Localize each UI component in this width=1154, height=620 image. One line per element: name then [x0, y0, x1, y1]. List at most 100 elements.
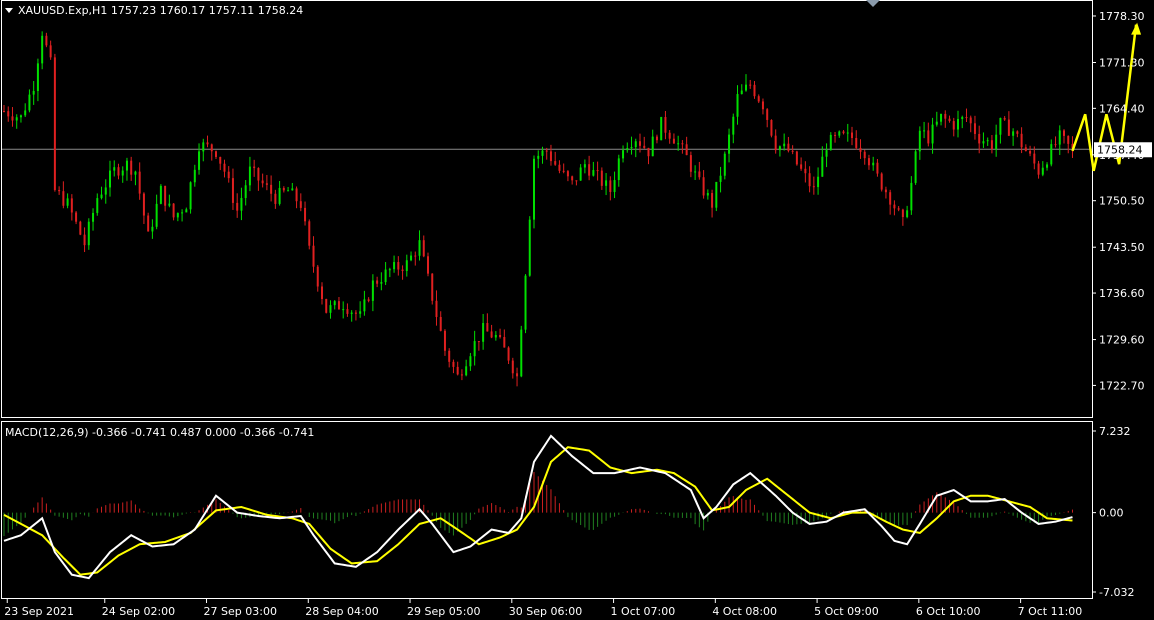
candle-body [520, 329, 523, 377]
candle-body [715, 181, 718, 208]
price-tick-label: 1771.30 [1099, 56, 1145, 69]
candle-body [32, 90, 35, 95]
last-price-label: 1758.24 [1097, 143, 1143, 156]
candle-body [92, 212, 95, 222]
forecast-arrow-icon [1131, 22, 1142, 35]
candle-body [613, 180, 616, 192]
candle-body [198, 151, 201, 170]
candle-body [982, 141, 985, 144]
candle-body [473, 341, 476, 357]
candle-body [427, 256, 429, 274]
time-tick-label: 29 Sep 05:00 [407, 605, 480, 618]
candle-body [414, 255, 417, 257]
candle-body [901, 209, 904, 218]
candle-body [940, 113, 943, 122]
candle-body [248, 166, 251, 186]
candle-body [795, 151, 798, 165]
candle-body [579, 167, 582, 181]
candle-body [291, 188, 294, 191]
candle-body [24, 110, 27, 116]
candle-body [549, 151, 552, 162]
candle-body [986, 140, 989, 142]
candle-body [376, 280, 379, 284]
candle-body [227, 171, 230, 179]
candle-body [872, 162, 875, 166]
candle-body [698, 171, 701, 178]
candle-body [863, 151, 866, 159]
candle-body [524, 275, 527, 330]
time-tick-label: 6 Oct 10:00 [916, 605, 981, 618]
candle-body [435, 300, 438, 317]
candle-body [664, 116, 667, 133]
candle-body [223, 163, 226, 172]
candle-body [295, 188, 298, 202]
candle-body [236, 202, 239, 211]
macd-axis: 7.232 0.00 -7.032 [1092, 425, 1134, 599]
candle-body [507, 347, 510, 361]
candle-body [134, 171, 137, 175]
candle-body [261, 180, 264, 184]
macd-tick-label: 0.00 [1099, 507, 1124, 520]
candle-body [829, 134, 832, 151]
candle-body [316, 266, 319, 287]
symbol-header: XAUUSD.Exp,H1 1757.23 1760.17 1757.11 17… [18, 4, 303, 17]
candle-body [244, 185, 247, 198]
candle-body [202, 142, 205, 152]
symbol-dropdown-icon[interactable] [5, 8, 13, 13]
candle-body [75, 212, 78, 222]
candle-body [1050, 144, 1053, 165]
candle-body [308, 221, 311, 246]
candle-body [689, 155, 692, 172]
candle-body [800, 164, 803, 169]
candle-body [681, 143, 684, 145]
candle-body [410, 255, 413, 261]
candle-body [842, 131, 845, 134]
candle-body [1063, 130, 1065, 136]
candle-body [401, 269, 404, 271]
candle-body [749, 84, 752, 86]
candle-body [757, 96, 760, 102]
candle-body [867, 158, 870, 166]
candle-body [643, 145, 646, 148]
candle-body [125, 160, 128, 171]
time-tick-label: 28 Sep 04:00 [305, 605, 378, 618]
trading-chart[interactable]: 1778.301771.301764.401757.401750.501743.… [0, 0, 1154, 620]
candle-body [566, 171, 569, 177]
candle-body [19, 115, 22, 118]
candle-body [753, 84, 756, 97]
candle-body [79, 221, 82, 235]
candle-body [694, 171, 697, 173]
candle-body [181, 212, 184, 214]
candle-body [138, 171, 141, 194]
macd-tick-label: -7.032 [1099, 586, 1134, 599]
scroll-marker-icon[interactable] [866, 0, 880, 7]
candle-body [176, 213, 179, 218]
candle-body [164, 185, 167, 206]
candle-body [778, 146, 781, 151]
macd-tick-label: 7.232 [1099, 425, 1131, 438]
candle-body [558, 164, 561, 171]
candle-body [1054, 144, 1057, 146]
candle-body [918, 130, 921, 152]
time-tick-label: 23 Sep 2021 [4, 605, 74, 618]
candle-body [973, 123, 976, 134]
candle-body [668, 132, 671, 139]
candle-body [121, 170, 124, 176]
candle-body [142, 193, 145, 216]
candle-body [935, 121, 938, 125]
candle-body [452, 361, 455, 367]
candle-body [456, 366, 459, 375]
candle-body [7, 111, 10, 117]
candle-body [147, 215, 150, 232]
candle-body [995, 134, 998, 150]
candle-body [278, 187, 281, 204]
candle-body [999, 117, 1002, 135]
candle-body [257, 168, 260, 181]
candle-body [443, 330, 446, 351]
candle-body [388, 269, 391, 271]
candle-body [418, 240, 421, 256]
macd-histogram-layer [3, 471, 1073, 536]
candle-body [706, 193, 709, 196]
price-tick-label: 1750.50 [1099, 195, 1145, 208]
candle-body [66, 198, 69, 206]
